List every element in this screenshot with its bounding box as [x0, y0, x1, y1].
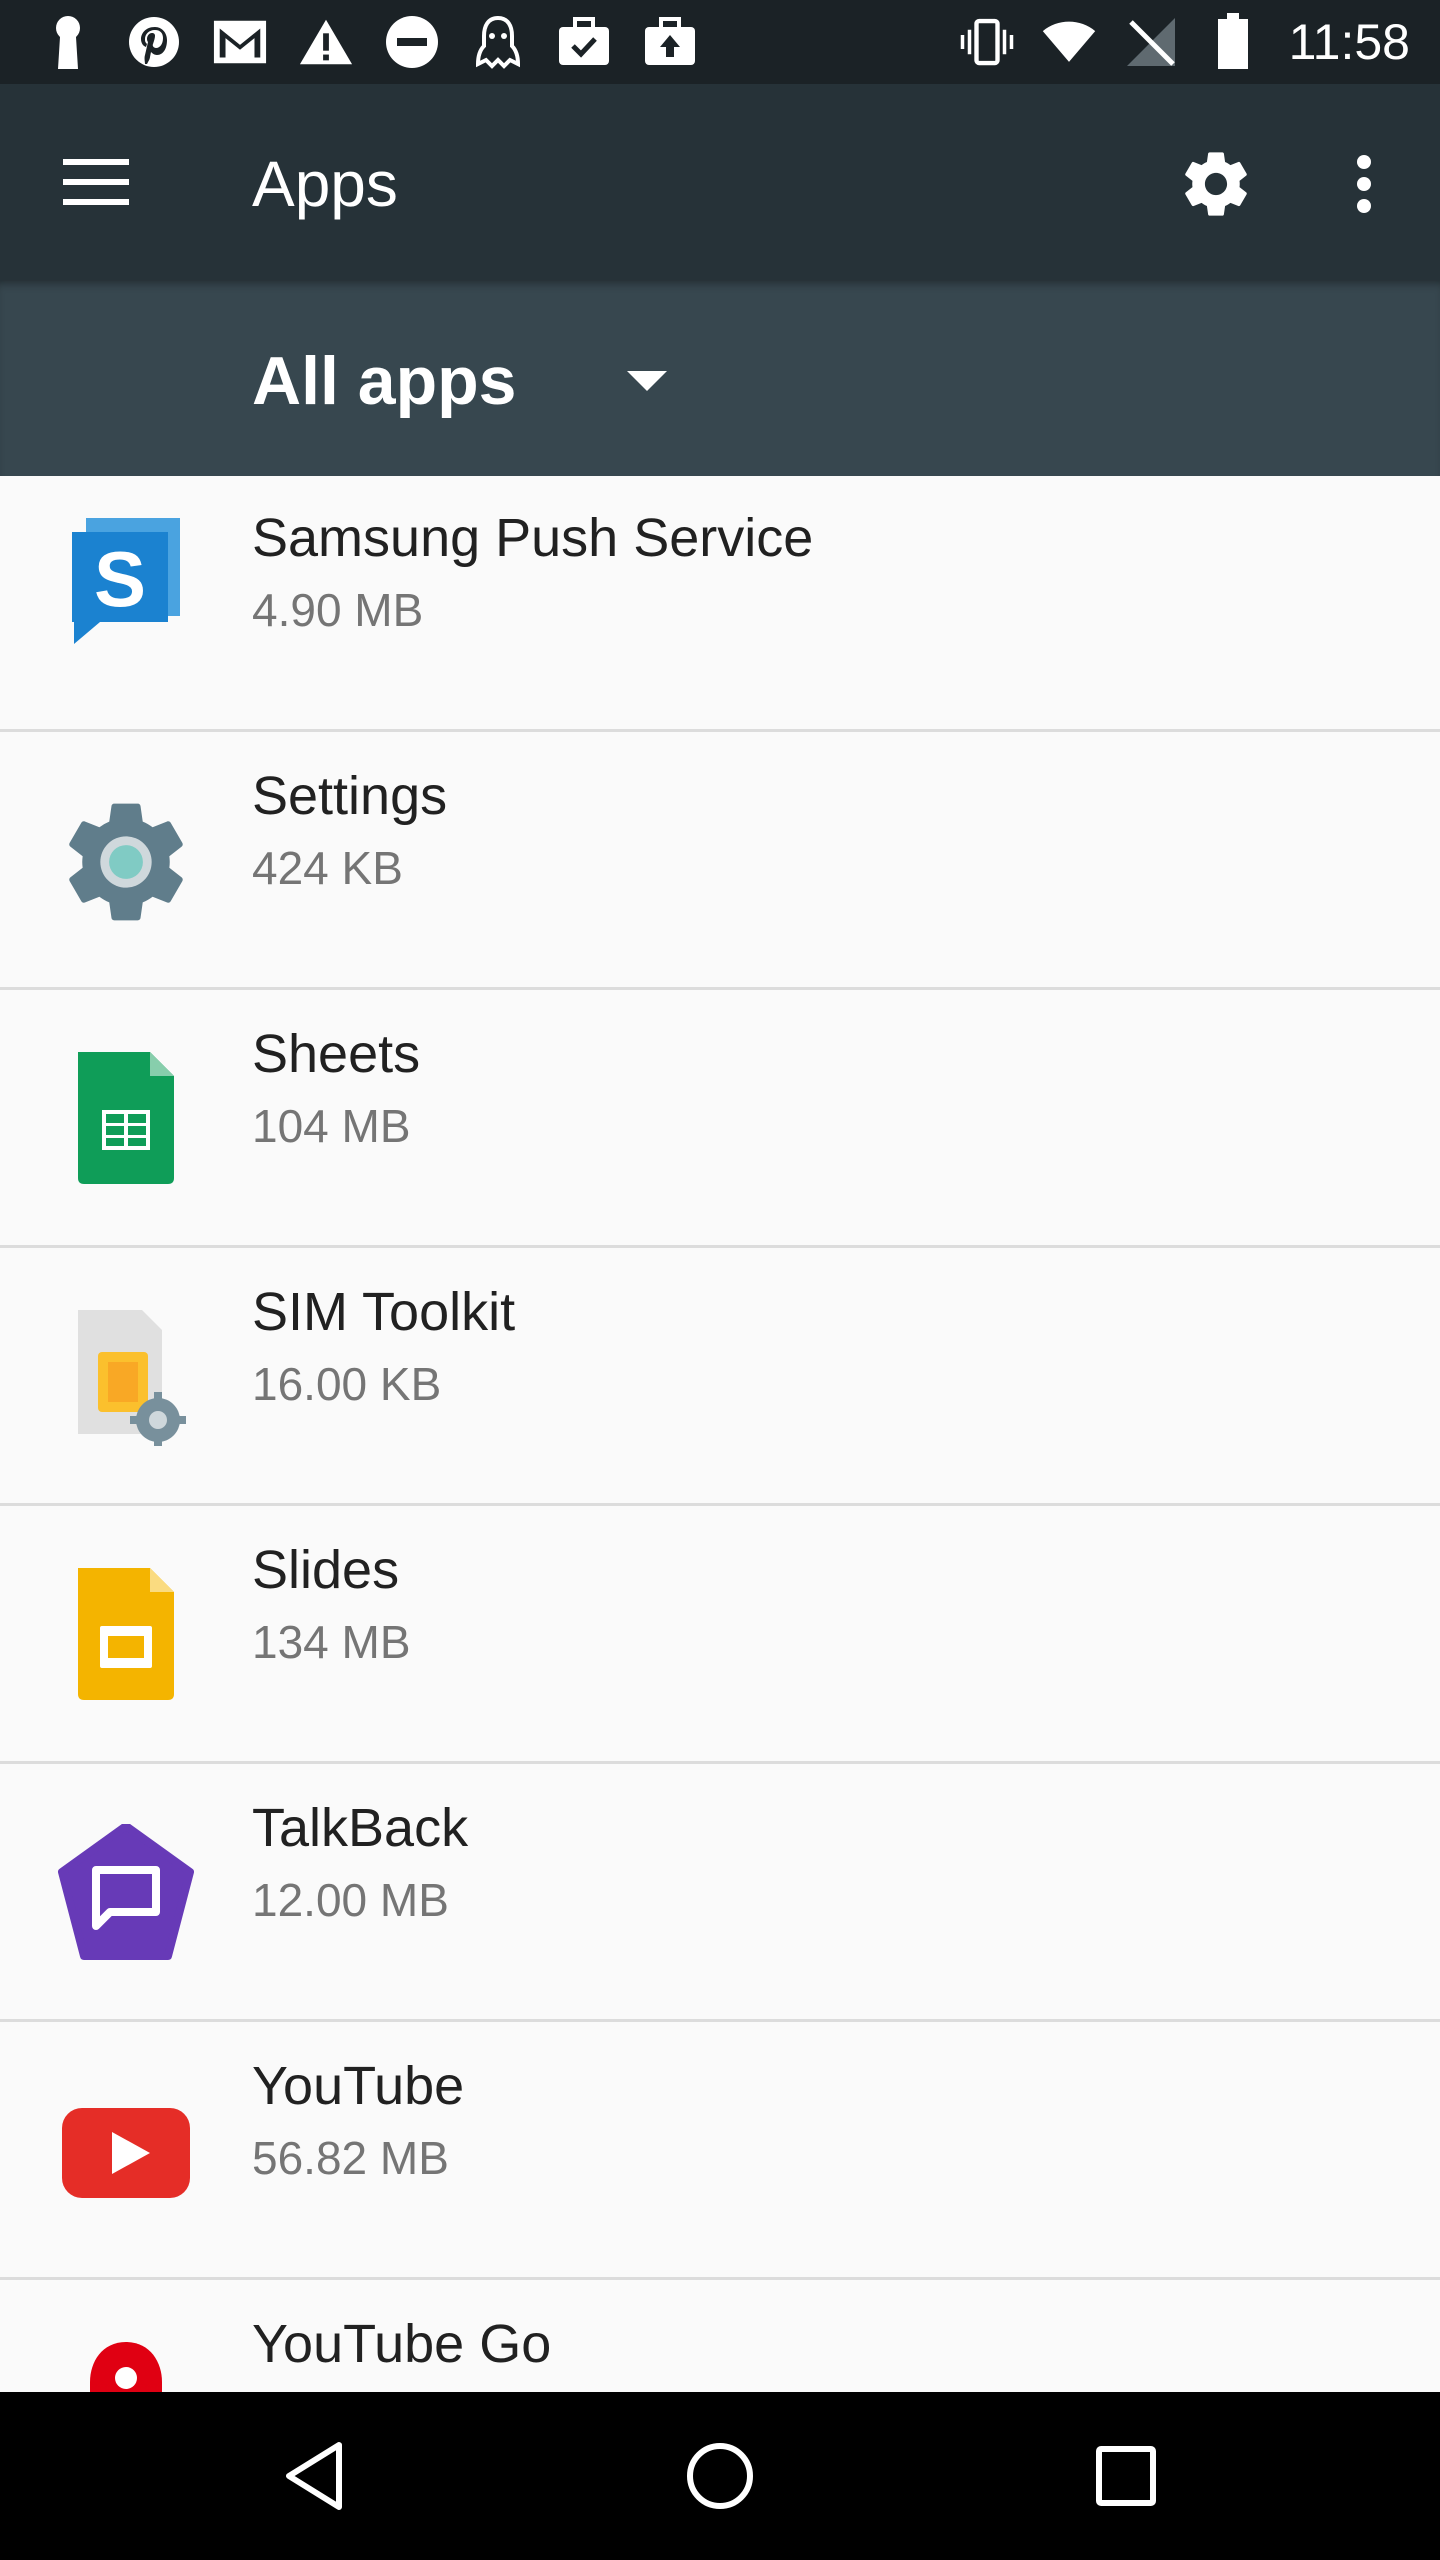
app-size: 134 MB	[252, 1616, 411, 1668]
briefcase-upload-icon	[642, 14, 698, 70]
app-name: SIM Toolkit	[252, 1282, 516, 1342]
hamburger-menu-icon[interactable]	[56, 142, 136, 222]
app-name: Settings	[252, 766, 448, 826]
list-item[interactable]: TalkBack 12.00 MB	[0, 1766, 1440, 2022]
app-size: 56.82 MB	[252, 2132, 449, 2184]
filter-bar: All apps	[0, 280, 1440, 476]
page-title: Apps	[252, 148, 398, 220]
list-item[interactable]: S Samsung Push Service 4.90 MB	[0, 476, 1440, 732]
status-time: 11:58	[1288, 14, 1410, 70]
navigation-bar	[0, 2392, 1440, 2560]
notification-icons	[40, 14, 728, 70]
app-name: Samsung Push Service	[252, 508, 814, 568]
more-vert-icon[interactable]	[1320, 140, 1408, 228]
battery-icon	[1205, 13, 1261, 70]
gear-icon[interactable]	[1172, 140, 1260, 228]
talkback-icon	[58, 1824, 194, 1960]
list-item[interactable]: SIM Toolkit 16.00 KB	[0, 1250, 1440, 1506]
app-size: 12.00 MB	[252, 1874, 449, 1926]
svg-text:S: S	[94, 535, 146, 623]
back-icon[interactable]	[268, 2430, 360, 2522]
app-name: Slides	[252, 1540, 400, 1600]
app-bar: Apps	[0, 84, 1440, 280]
status-bar: 11:58	[0, 0, 1440, 84]
warning-icon	[298, 14, 354, 70]
briefcase-check-icon	[556, 14, 612, 70]
dropdown-arrow-icon	[626, 371, 667, 391]
sim-toolkit-icon	[78, 1310, 186, 1446]
app-list: S Samsung Push Service 4.90 MB Settings …	[0, 476, 1440, 2392]
list-item[interactable]: Settings 424 KB	[0, 734, 1440, 990]
sheets-icon	[78, 1052, 174, 1184]
list-item[interactable]: YouTube 56.82 MB	[0, 2024, 1440, 2280]
keyhole-icon	[40, 14, 96, 70]
list-item[interactable]: YouTube Go	[0, 2282, 1440, 2392]
home-icon[interactable]	[674, 2430, 766, 2522]
app-name: YouTube	[252, 2056, 465, 2116]
app-name: TalkBack	[252, 1798, 469, 1858]
app-size: 16.00 KB	[252, 1358, 442, 1410]
slides-icon	[78, 1568, 174, 1700]
no-signal-icon	[1123, 14, 1179, 70]
app-name: YouTube Go	[252, 2314, 552, 2374]
app-size: 4.90 MB	[252, 584, 424, 636]
do-not-disturb-icon	[384, 14, 440, 70]
list-item[interactable]: Slides 134 MB	[0, 1508, 1440, 1764]
wifi-icon	[1041, 14, 1097, 70]
app-size: 104 MB	[252, 1100, 411, 1152]
settings-app-icon	[69, 803, 183, 921]
filter-selected-label: All apps	[252, 343, 517, 419]
samsung-push-icon: S	[72, 518, 180, 644]
recents-icon[interactable]	[1080, 2430, 1172, 2522]
youtube-icon	[62, 2108, 190, 2198]
youtube-go-icon	[90, 2342, 162, 2392]
ghost-icon	[470, 14, 526, 70]
app-size: 424 KB	[252, 842, 403, 894]
vibrate-icon	[959, 14, 1015, 70]
pinterest-icon	[126, 14, 182, 70]
gmail-icon	[212, 14, 268, 70]
system-icons: 11:58	[933, 13, 1410, 71]
app-name: Sheets	[252, 1024, 421, 1084]
app-filter-dropdown[interactable]: All apps	[252, 336, 667, 426]
list-item[interactable]: Sheets 104 MB	[0, 992, 1440, 1248]
